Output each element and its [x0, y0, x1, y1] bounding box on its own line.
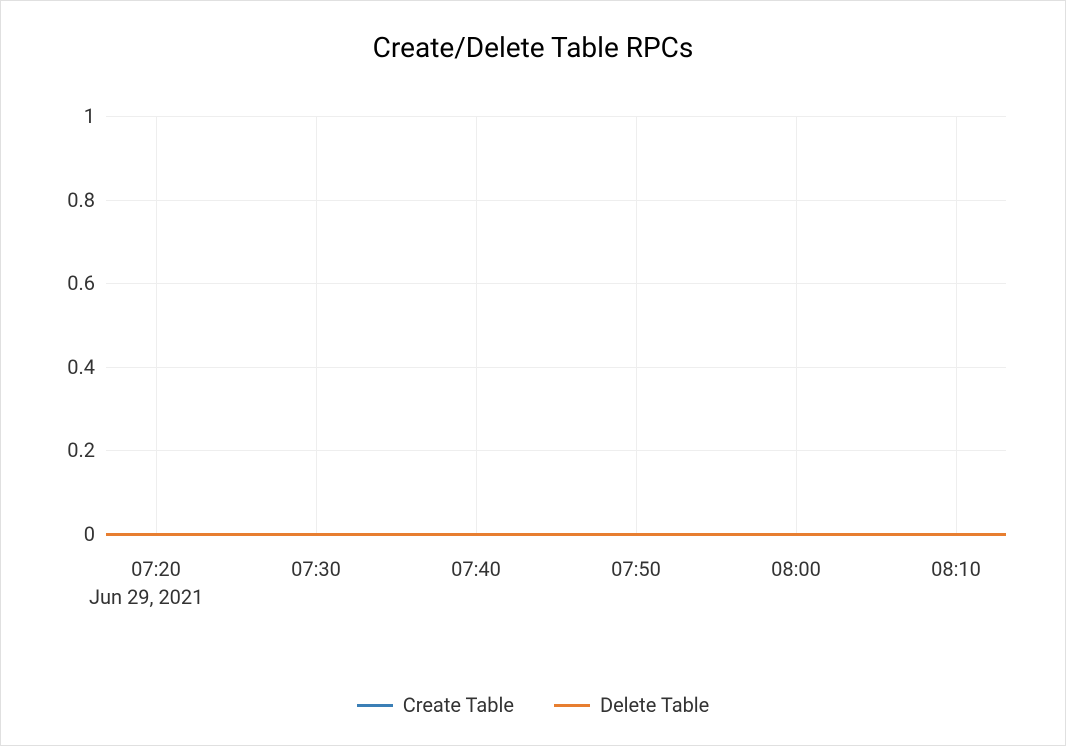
x-tick-label: 08:00	[756, 557, 836, 581]
chart-title: Create/Delete Table RPCs	[1, 31, 1065, 64]
chart-container: Create/Delete Table RPCs 0 0.2 0.4 0.6 0…	[0, 0, 1066, 746]
series-line-delete-table	[106, 533, 1006, 536]
y-tick-label: 0.2	[35, 438, 95, 462]
legend-label: Create Table	[403, 693, 514, 717]
y-tick-label: 0.6	[35, 271, 95, 295]
y-tick-label: 1	[35, 104, 95, 128]
x-tick-label: 07:40	[436, 557, 516, 581]
legend-swatch	[357, 704, 393, 707]
legend-item-delete-table[interactable]: Delete Table	[554, 693, 709, 717]
legend-label: Delete Table	[600, 693, 709, 717]
x-axis-date-label: Jun 29, 2021	[89, 585, 203, 609]
x-tick-label: 08:10	[916, 557, 996, 581]
gridline-v	[156, 116, 157, 534]
y-tick-label: 0	[35, 522, 95, 546]
gridline-h	[106, 367, 1006, 368]
gridline-v	[636, 116, 637, 534]
plot-area	[106, 116, 1006, 534]
gridline-h	[106, 450, 1006, 451]
legend: Create Table Delete Table	[1, 693, 1065, 717]
gridline-v	[956, 116, 957, 534]
gridline-v	[316, 116, 317, 534]
y-tick-label: 0.8	[35, 188, 95, 212]
gridline-h	[106, 116, 1006, 117]
x-tick-label: 07:20	[116, 557, 196, 581]
gridline-h	[106, 200, 1006, 201]
x-tick-label: 07:30	[276, 557, 356, 581]
gridline-v	[476, 116, 477, 534]
gridline-v	[796, 116, 797, 534]
y-tick-label: 0.4	[35, 355, 95, 379]
gridline-h	[106, 283, 1006, 284]
x-tick-label: 07:50	[596, 557, 676, 581]
legend-item-create-table[interactable]: Create Table	[357, 693, 514, 717]
legend-swatch	[554, 704, 590, 707]
